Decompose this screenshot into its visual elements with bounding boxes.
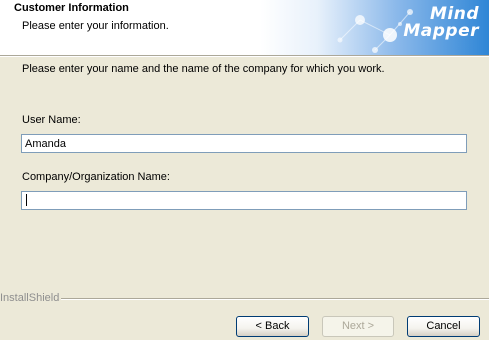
header-divider-highlight — [0, 56, 489, 57]
company-name-label: Company/Organization Name: — [22, 171, 170, 183]
footer-divider-highlight — [61, 299, 489, 300]
logo-text-line2: Mapper — [403, 21, 479, 41]
page-subtitle: Please enter your information. — [22, 20, 169, 32]
back-button[interactable]: < Back — [236, 316, 309, 337]
mindmapper-logo: Mind Mapper — [399, 6, 479, 40]
text-caret — [26, 194, 27, 206]
banner-graphic: Mind Mapper — [260, 0, 489, 55]
installshield-label: InstallShield — [0, 292, 60, 304]
header-banner: Mind Mapper Customer Information Please … — [0, 0, 489, 55]
next-button[interactable]: Next > — [322, 316, 394, 337]
cancel-button[interactable]: Cancel — [407, 316, 480, 337]
instruction-text: Please enter your name and the name of t… — [22, 63, 385, 75]
user-name-input[interactable] — [21, 134, 467, 153]
user-name-label: User Name: — [22, 114, 81, 126]
page-title: Customer Information — [14, 2, 129, 14]
company-name-input[interactable] — [21, 191, 467, 210]
installer-dialog: Mind Mapper Customer Information Please … — [0, 0, 489, 340]
